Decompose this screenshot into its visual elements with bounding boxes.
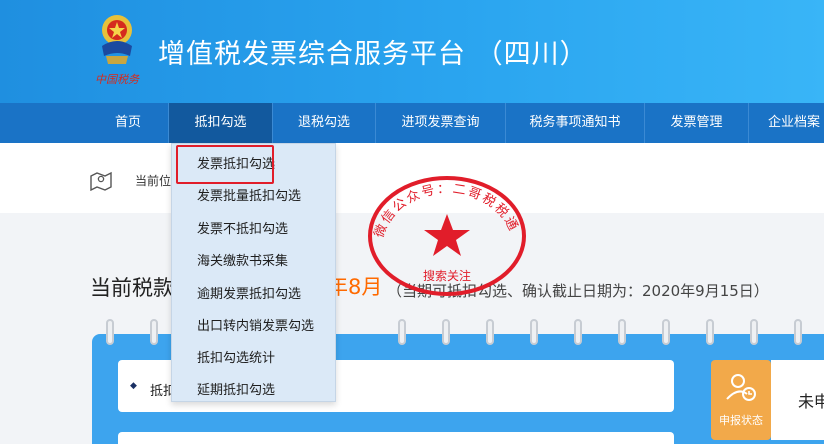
binder-ring: [486, 319, 494, 345]
binder-ring: [750, 319, 758, 345]
svg-text:中国税务: 中国税务: [95, 73, 140, 86]
app-header: 中国税务 增值税发票综合服务平台 （四川）: [0, 0, 824, 103]
nav-tax-notice[interactable]: 税务事项通知书: [506, 103, 645, 143]
nav-input-invoice-query[interactable]: 进项发票查询: [376, 103, 506, 143]
declare-status-label: 申报状态: [719, 414, 763, 427]
menu-item-export-to-domestic[interactable]: 出口转内销发票勾选: [197, 315, 314, 334]
declare-status-value: 未申: [798, 392, 824, 411]
breadcrumb-label: 当前位: [135, 174, 172, 188]
page-title: 增值税发票综合服务平台 （四川）: [158, 39, 588, 70]
binder-ring: [398, 319, 406, 345]
binder-ring: [150, 319, 158, 345]
binder-ring: [442, 319, 450, 345]
period-label: 当前税款: [90, 276, 174, 300]
binder-ring: [530, 319, 538, 345]
person-clock-icon: [726, 374, 756, 401]
nav-invoice-management[interactable]: 发票管理: [645, 103, 749, 143]
menu-item-batch-deduction[interactable]: 发票批量抵扣勾选: [197, 185, 301, 204]
binder-ring: [662, 319, 670, 345]
menu-item-overdue-deduction[interactable]: 逾期发票抵扣勾选: [197, 283, 301, 302]
binder-ring: [618, 319, 626, 345]
main-nav: 首页 抵扣勾选 退税勾选 进项发票查询 税务事项通知书 发票管理 企业档案: [0, 103, 824, 143]
highlight-box: [176, 145, 274, 184]
menu-item-deferred-deduction[interactable]: 延期抵扣勾选: [197, 379, 275, 398]
binder-ring: [574, 319, 582, 345]
diamond-bullet-icon: ◆: [130, 381, 137, 391]
tax-emblem-icon: 中国税务: [95, 15, 140, 86]
binder-ring: [106, 319, 114, 345]
watermark-stamp: 微信公众号：二哥税税通 搜索关注: [368, 176, 526, 296]
menu-item-non-deduction[interactable]: 发票不抵扣勾选: [197, 218, 288, 237]
nav-refund-check[interactable]: 退税勾选: [273, 103, 376, 143]
binder-ring: [794, 319, 802, 345]
nav-home[interactable]: 首页: [88, 103, 169, 143]
svg-text:搜索关注: 搜索关注: [423, 268, 471, 283]
map-icon: [90, 171, 112, 191]
menu-item-deduction-statistics[interactable]: 抵扣勾选统计: [197, 347, 275, 366]
menu-item-customs-collection[interactable]: 海关缴款书采集: [197, 250, 288, 269]
nav-deduction-check[interactable]: 抵扣勾选: [169, 103, 273, 143]
binder-ring: [706, 319, 714, 345]
nav-company-profile[interactable]: 企业档案: [749, 103, 824, 143]
info-card: [118, 432, 674, 444]
